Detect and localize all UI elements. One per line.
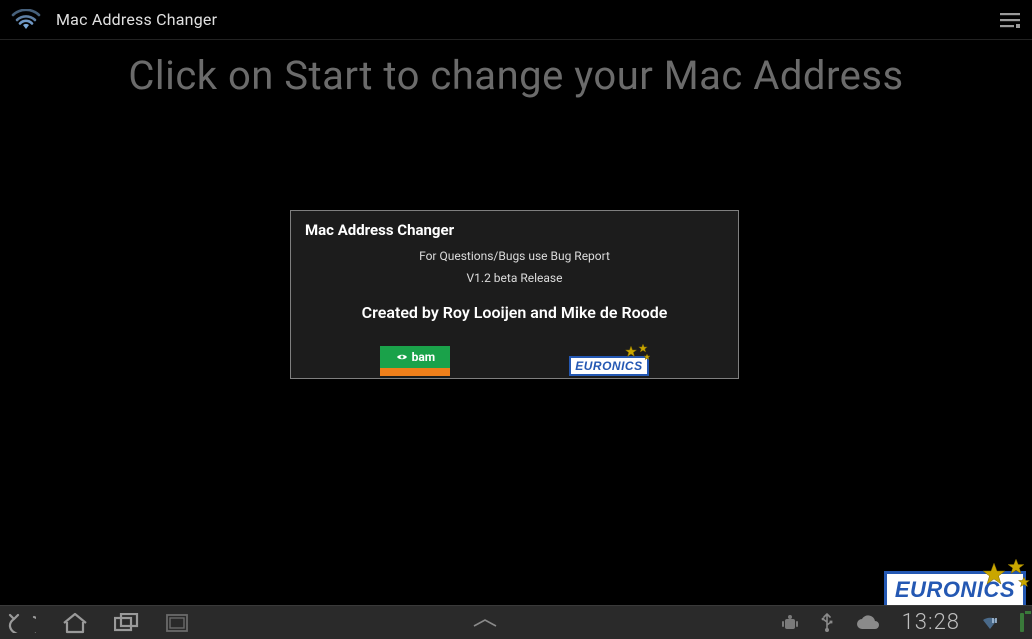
bam-logo-label: bam [412,350,436,364]
android-debug-icon [782,614,798,632]
dialog-hint: For Questions/Bugs use Bug Report [291,245,738,267]
dialog-version: V1.2 beta Release [291,267,738,289]
clock[interactable]: 13:28 [902,610,960,635]
usb-icon [820,613,834,633]
recent-apps-button[interactable] [114,613,140,633]
euronics-logo-small: EURONICS [569,350,648,376]
dialog-title: Mac Address Changer [291,211,738,245]
about-dialog: Mac Address Changer For Questions/Bugs u… [290,210,739,379]
screenshot-button[interactable] [166,614,188,632]
wifi-icon [8,9,44,31]
euronics-logo-large: EURONICS [884,577,1026,603]
bam-logo: bam [380,346,450,376]
battery-icon [1020,615,1024,630]
back-button[interactable] [8,613,36,633]
app-bar: Mac Address Changer [0,0,1032,40]
system-navbar: 13:28 [0,605,1032,639]
hero-text: Click on Start to change your Mac Addres… [0,40,1032,99]
dialog-authors: Created by Roy Looijen and Mike de Roode [291,289,738,342]
cloud-icon [856,615,880,631]
wifi-status-icon [982,616,998,630]
expand-handle-icon[interactable] [470,618,500,628]
main-area: Click on Start to change your Mac Addres… [0,40,1032,605]
home-button[interactable] [62,612,88,634]
app-title: Mac Address Changer [56,10,217,29]
settings-icon[interactable] [996,11,1024,29]
